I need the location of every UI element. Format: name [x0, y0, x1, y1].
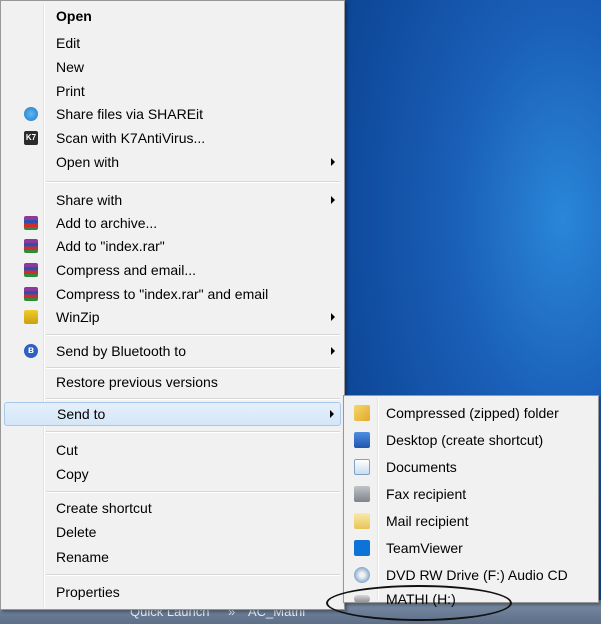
submenu-item-label: Documents	[386, 459, 457, 475]
menu-item-label: Rename	[56, 549, 109, 565]
menu-item-copy[interactable]: Copy	[4, 463, 341, 485]
k7-antivirus-icon: K7	[24, 131, 38, 145]
menu-item-label: Print	[56, 83, 85, 99]
menu-item-label: Share with	[56, 192, 123, 208]
winrar-icon	[24, 287, 38, 301]
teamviewer-icon	[354, 540, 370, 556]
menu-item-label: WinZip	[56, 309, 100, 325]
menu-item-open-with[interactable]: Open with	[4, 151, 341, 173]
menu-separator	[46, 431, 340, 433]
menu-item-compress-to-index-email[interactable]: Compress to "index.rar" and email	[4, 283, 341, 305]
menu-item-label: Open	[56, 8, 92, 24]
menu-item-compress-email[interactable]: Compress and email...	[4, 259, 341, 281]
submenu-item-label: Fax recipient	[386, 486, 467, 502]
send-to-compressed-folder[interactable]: Compressed (zipped) folder	[346, 400, 596, 426]
zipped-folder-icon	[354, 405, 370, 421]
menu-item-send-bluetooth[interactable]: ʙ Send by Bluetooth to	[4, 340, 341, 362]
menu-item-delete[interactable]: Delete	[4, 521, 341, 543]
highlight-ellipse	[326, 585, 512, 621]
submenu-item-label: TeamViewer	[386, 540, 463, 556]
menu-item-winzip[interactable]: WinZip	[4, 306, 341, 328]
menu-item-add-to-archive[interactable]: Add to archive...	[4, 212, 341, 234]
menu-item-cut[interactable]: Cut	[4, 439, 341, 461]
menu-item-label: Compress and email...	[56, 262, 197, 278]
menu-item-label: Share files via SHAREit	[56, 106, 204, 122]
bluetooth-icon: ʙ	[24, 344, 38, 358]
submenu-item-label: Compressed (zipped) folder	[386, 405, 559, 421]
documents-icon	[354, 459, 370, 475]
menu-item-open[interactable]: Open	[4, 5, 341, 27]
winzip-icon	[24, 310, 38, 324]
dvd-drive-icon	[354, 567, 370, 583]
menu-separator	[46, 491, 340, 493]
send-to-mail[interactable]: Mail recipient	[346, 508, 596, 534]
menu-item-label: Scan with K7AntiVirus...	[56, 130, 206, 146]
send-to-dvd-drive[interactable]: DVD RW Drive (F:) Audio CD	[346, 562, 596, 588]
menu-item-label: Delete	[56, 524, 97, 540]
winrar-icon	[24, 216, 38, 230]
menu-item-label: Restore previous versions	[56, 374, 218, 390]
submenu-arrow-icon	[331, 196, 335, 204]
submenu-item-label: Desktop (create shortcut)	[386, 432, 544, 448]
fax-icon	[354, 486, 370, 502]
shareit-icon	[24, 107, 38, 121]
submenu-arrow-icon	[331, 313, 335, 321]
submenu-arrow-icon	[330, 410, 334, 418]
desktop-icon	[354, 432, 370, 448]
send-to-documents[interactable]: Documents	[346, 454, 596, 480]
menu-item-create-shortcut[interactable]: Create shortcut	[4, 497, 341, 519]
menu-item-label: New	[56, 59, 85, 75]
menu-item-add-to-index-rar[interactable]: Add to "index.rar"	[4, 235, 341, 257]
menu-item-restore-versions[interactable]: Restore previous versions	[4, 371, 341, 393]
menu-item-share-with[interactable]: Share with	[4, 189, 341, 211]
menu-item-label: Send to	[57, 406, 106, 422]
menu-item-label: Open with	[56, 154, 120, 170]
menu-item-print[interactable]: Print	[4, 80, 341, 102]
menu-item-label: Edit	[56, 35, 81, 51]
menu-separator	[46, 398, 340, 400]
submenu-arrow-icon	[331, 347, 335, 355]
menu-item-label: Properties	[56, 584, 120, 600]
menu-item-label: Copy	[56, 466, 89, 482]
menu-item-new[interactable]: New	[4, 56, 341, 78]
menu-item-label: Create shortcut	[56, 500, 152, 516]
mail-icon	[354, 513, 370, 529]
menu-item-properties[interactable]: Properties	[4, 581, 341, 603]
menu-item-k7-scan[interactable]: K7 Scan with K7AntiVirus...	[4, 127, 341, 149]
menu-item-edit[interactable]: Edit	[4, 32, 341, 54]
submenu-item-label: Mail recipient	[386, 513, 469, 529]
menu-item-label: Cut	[56, 442, 78, 458]
menu-item-label: Compress to "index.rar" and email	[56, 286, 269, 302]
winrar-icon	[24, 263, 38, 277]
send-to-submenu: Compressed (zipped) folder Desktop (crea…	[343, 395, 599, 607]
send-to-teamviewer[interactable]: TeamViewer	[346, 535, 596, 561]
menu-item-shareit[interactable]: Share files via SHAREit	[4, 103, 341, 125]
menu-separator	[46, 181, 340, 183]
winrar-icon	[24, 239, 38, 253]
menu-separator	[46, 334, 340, 336]
context-menu: Open Edit New Print Share files via SHAR…	[0, 0, 345, 610]
send-to-desktop[interactable]: Desktop (create shortcut)	[346, 427, 596, 453]
menu-item-label: Send by Bluetooth to	[56, 343, 186, 359]
menu-separator	[46, 367, 340, 369]
menu-separator	[46, 574, 340, 576]
menu-item-label: Add to archive...	[56, 215, 158, 231]
send-to-fax[interactable]: Fax recipient	[346, 481, 596, 507]
menu-item-rename[interactable]: Rename	[4, 546, 341, 568]
menu-item-label: Add to "index.rar"	[56, 238, 165, 254]
menu-item-send-to[interactable]: Send to	[4, 402, 341, 426]
submenu-arrow-icon	[331, 158, 335, 166]
